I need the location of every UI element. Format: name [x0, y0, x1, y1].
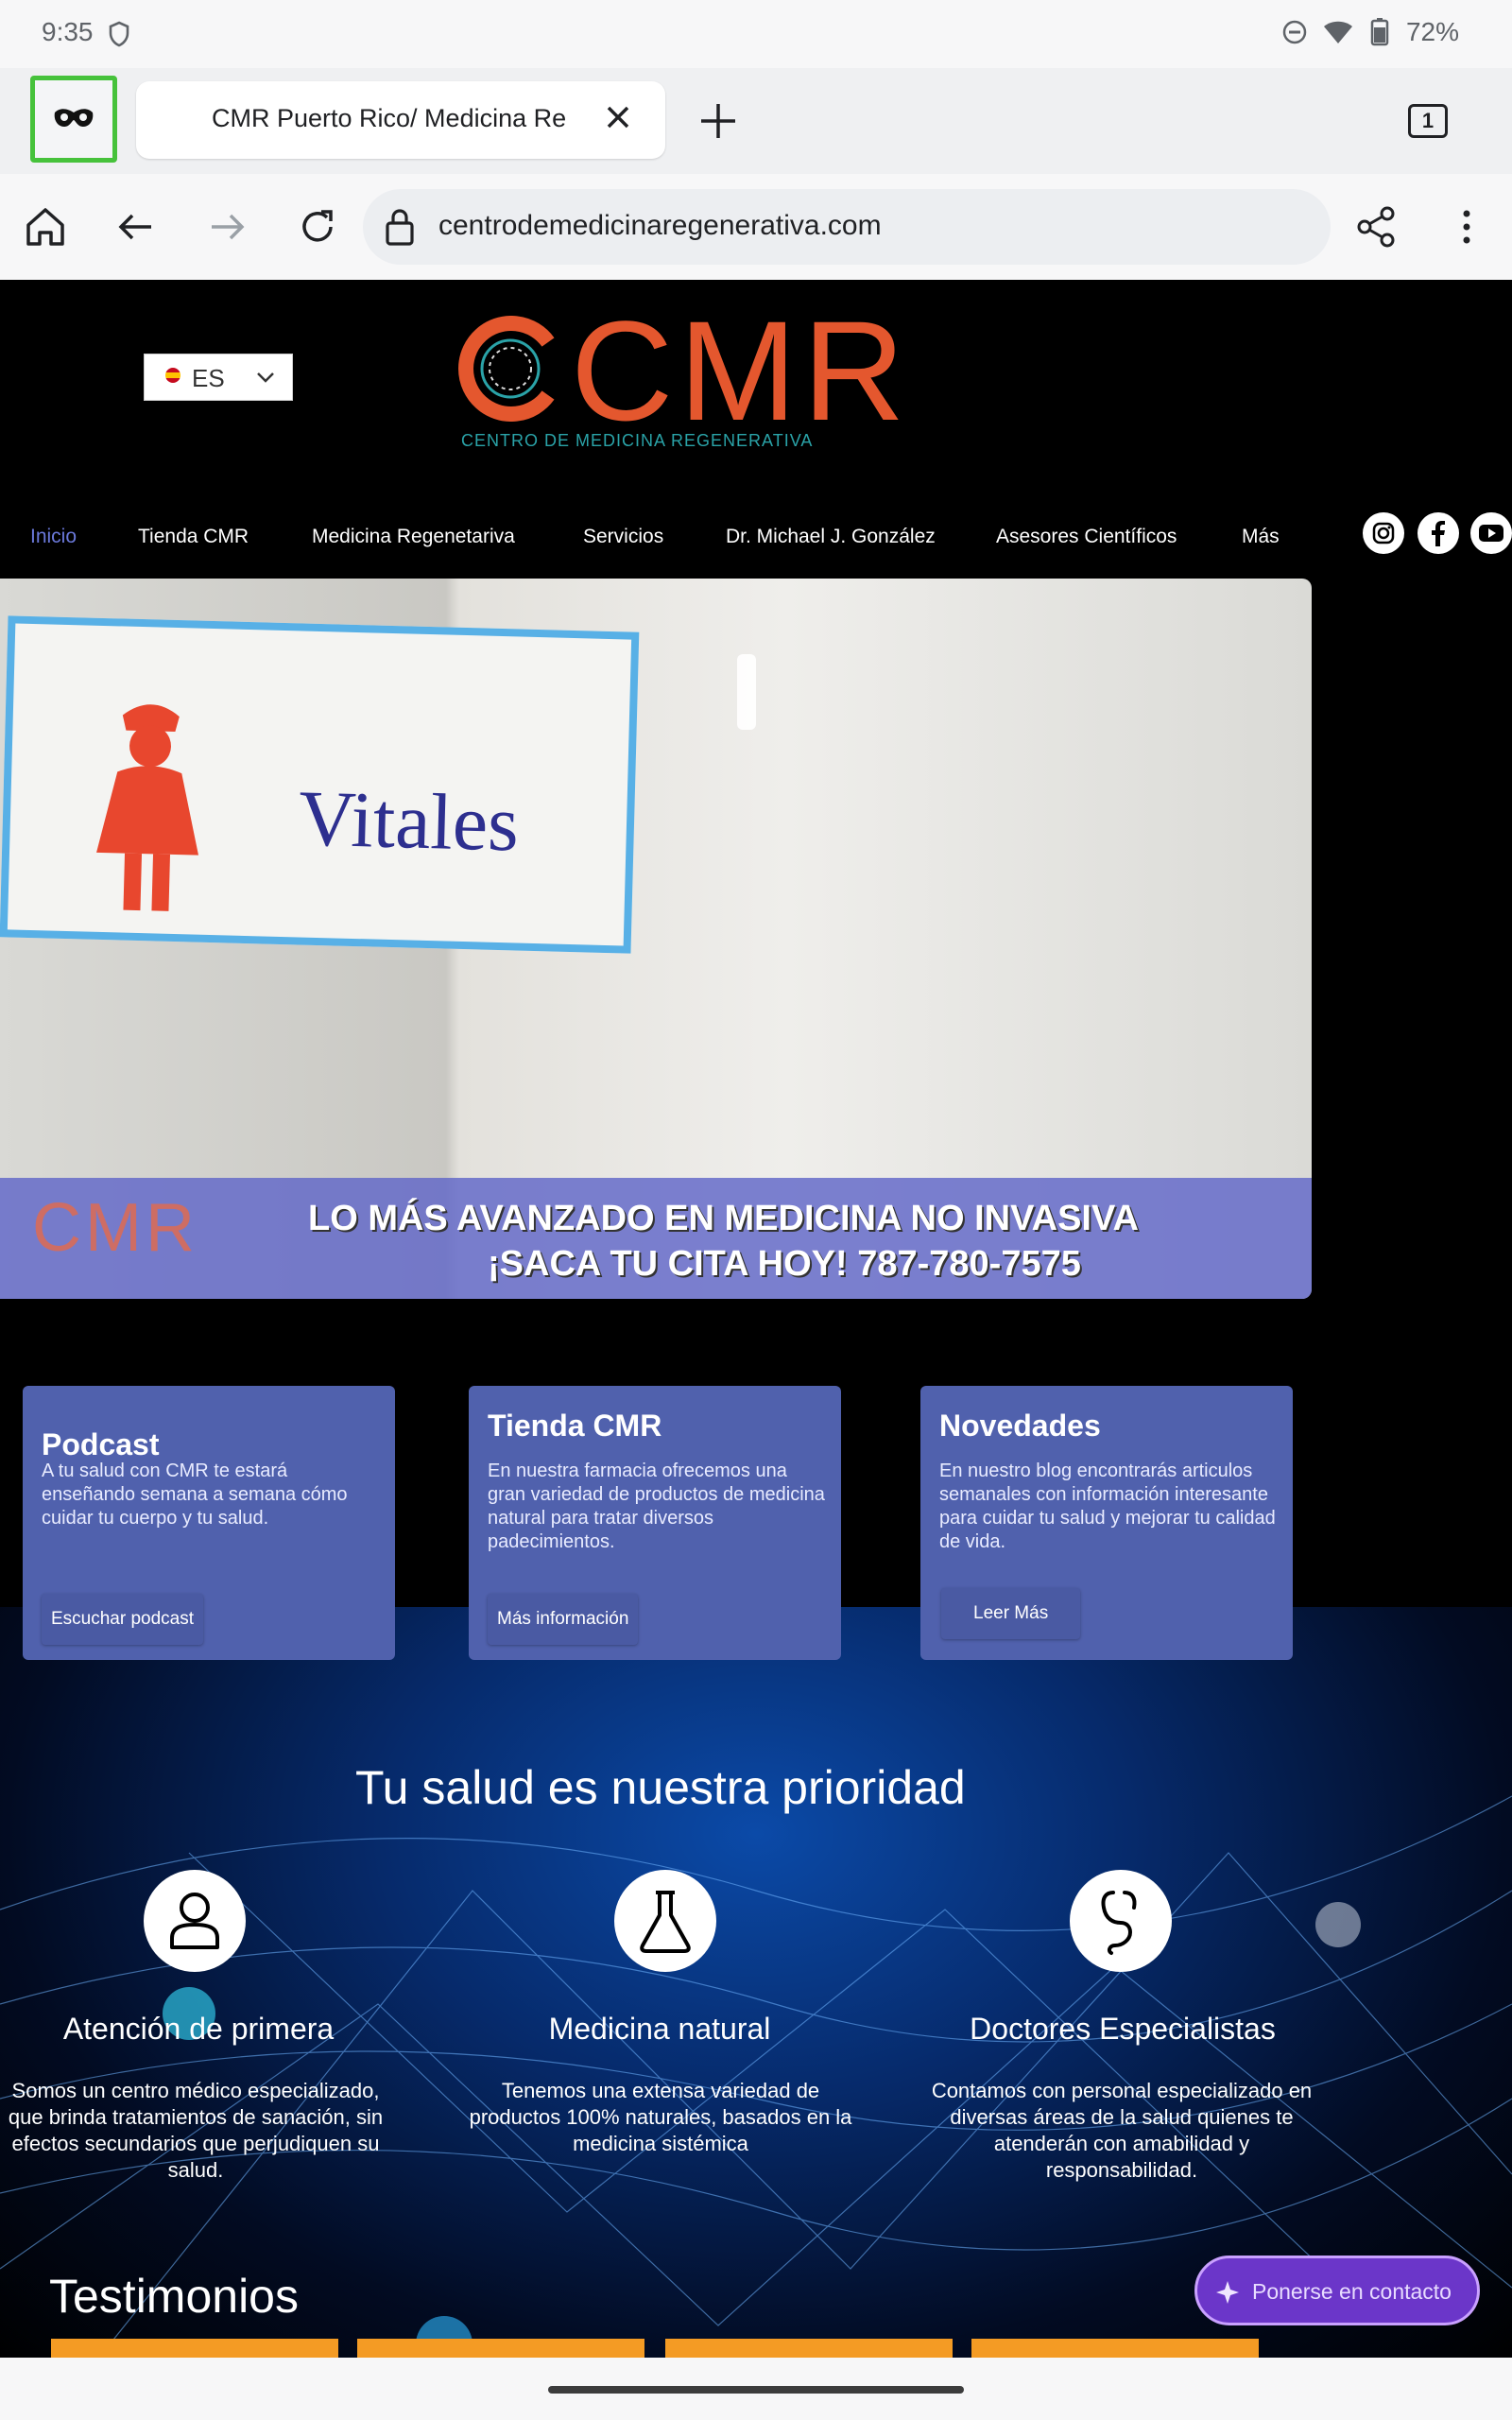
testimonial-card[interactable]: [357, 2339, 644, 2358]
more-menu-icon[interactable]: [1442, 202, 1491, 251]
incognito-button[interactable]: [30, 76, 117, 163]
nav-asesores[interactable]: Asesores Científicos: [996, 526, 1177, 548]
card-podcast: Podcast A tu salud con CMR te estará ens…: [23, 1386, 395, 1660]
tab-title: CMR Puerto Rico/ Medicina Re: [212, 104, 567, 132]
status-right: 72%: [1281, 17, 1459, 47]
logo-subtitle: CENTRO DE MEDICINA REGENERATIVA: [461, 431, 814, 450]
feature-text: Somos un centro médico especializado, qu…: [8, 2079, 384, 2182]
card-title: Tienda CMR: [488, 1409, 662, 1443]
hero-line-2: ¡SACA TU CITA HOY! 787-780-7575: [488, 1244, 1081, 1284]
status-bar: 9:35 72%: [0, 0, 1512, 68]
testimonial-card[interactable]: [665, 2339, 953, 2358]
feature-text: Contamos con personal especializado en d…: [931, 2079, 1313, 2182]
nurse-icon: [96, 704, 199, 911]
testimonial-card[interactable]: [971, 2339, 1259, 2358]
card-text: A tu salud con CMR te estará enseñando s…: [42, 1461, 348, 1529]
battery-level: 72%: [1405, 17, 1459, 46]
hero-video[interactable]: Vitales CMR LO MÁS AVANZADO EN MEDICINA …: [0, 579, 1312, 1299]
nav-tienda[interactable]: Tienda CMR: [138, 526, 249, 548]
sign-text: Vitales: [297, 774, 521, 869]
wifi-icon: [1323, 21, 1352, 43]
nav-medicina[interactable]: Medicina Regenetariva: [312, 526, 515, 548]
nav-doctor[interactable]: Dr. Michael J. González: [726, 526, 936, 548]
hero-sign: Vitales: [0, 615, 640, 954]
language-label: ES: [192, 364, 225, 392]
logo-ring-icon: [458, 316, 555, 422]
sparkle-icon: [1216, 2281, 1239, 2304]
feature-text: Tenemos una extensa variedad de producto…: [469, 2079, 852, 2155]
tab-switcher-button[interactable]: 1: [1408, 104, 1448, 138]
read-more-button[interactable]: Leer Más: [941, 1588, 1081, 1639]
card-novedades: Novedades En nuestro blog encontrarás ar…: [920, 1386, 1293, 1660]
feature-title: Medicina natural: [548, 2012, 771, 2046]
testimonial-card[interactable]: [51, 2339, 338, 2358]
facebook-icon[interactable]: [1418, 512, 1459, 554]
nav-servicios[interactable]: Servicios: [583, 526, 663, 548]
feature-title: Atención de primera: [62, 2012, 335, 2046]
dnd-icon: [1282, 20, 1307, 44]
testimonials-heading: Testimonios: [49, 2270, 299, 2323]
card-title: Novedades: [939, 1409, 1101, 1443]
more-info-button[interactable]: Más información: [488, 1594, 639, 1645]
incognito-icon: [54, 109, 94, 128]
language-selector[interactable]: ES: [144, 354, 293, 401]
hero-banner: CMR LO MÁS AVANZADO EN MEDICINA NO INVAS…: [0, 1178, 1312, 1299]
new-tab-icon[interactable]: [696, 98, 741, 144]
nav-mas[interactable]: Más: [1242, 526, 1280, 548]
share-icon[interactable]: [1351, 202, 1400, 251]
priority-heading: Tu salud es nuestra prioridad: [355, 1761, 966, 1814]
youtube-icon[interactable]: [1470, 512, 1512, 554]
card-text: En nuestra farmacia ofrecemos una gran v…: [488, 1461, 825, 1552]
hero-light: [737, 654, 756, 730]
forward-icon[interactable]: [202, 202, 251, 251]
stethoscope-icon: [1070, 1870, 1172, 1972]
logo-text[interactable]: CMR: [571, 300, 911, 441]
spain-flag-icon: [165, 368, 180, 383]
contact-button[interactable]: Ponerse en contacto: [1194, 2256, 1480, 2325]
listen-podcast-button[interactable]: Escuchar podcast: [42, 1594, 204, 1645]
card-tienda: Tienda CMR En nuestra farmacia ofrecemos…: [469, 1386, 841, 1660]
feature-title: Doctores Especialistas: [970, 2012, 1276, 2046]
chevron-down-icon: [257, 372, 274, 383]
network-background: [0, 1607, 1512, 2373]
gesture-handle[interactable]: [548, 2386, 964, 2394]
hero-banner-logo: CMR: [32, 1190, 198, 1266]
shield-icon: [109, 21, 129, 47]
instagram-icon[interactable]: [1363, 512, 1404, 554]
reload-icon[interactable]: [293, 202, 342, 251]
url-text: centrodemedicinaregenerativa.com: [438, 210, 882, 241]
network-lines: [0, 1795, 1512, 2373]
browser-tab[interactable]: CMR Puerto Rico/ Medicina Re: [136, 81, 665, 159]
battery-icon: [1370, 18, 1389, 46]
nav-inicio[interactable]: Inicio: [30, 526, 77, 548]
hero-line-1: LO MÁS AVANZADO EN MEDICINA NO INVASIVA: [308, 1199, 1139, 1238]
card-title: Podcast: [42, 1427, 160, 1461]
card-text: En nuestro blog encontrarás articulos se…: [939, 1461, 1276, 1552]
address-bar[interactable]: centrodemedicinaregenerativa.com: [363, 189, 1331, 265]
back-icon[interactable]: [112, 202, 161, 251]
status-time: 9:35: [42, 17, 94, 46]
home-icon[interactable]: [21, 202, 70, 251]
flask-icon: [614, 1870, 716, 1972]
contact-label: Ponerse en contacto: [1252, 2279, 1452, 2304]
lock-icon[interactable]: [384, 206, 416, 248]
close-tab-icon[interactable]: [599, 98, 637, 136]
person-icon: [144, 1870, 246, 1972]
